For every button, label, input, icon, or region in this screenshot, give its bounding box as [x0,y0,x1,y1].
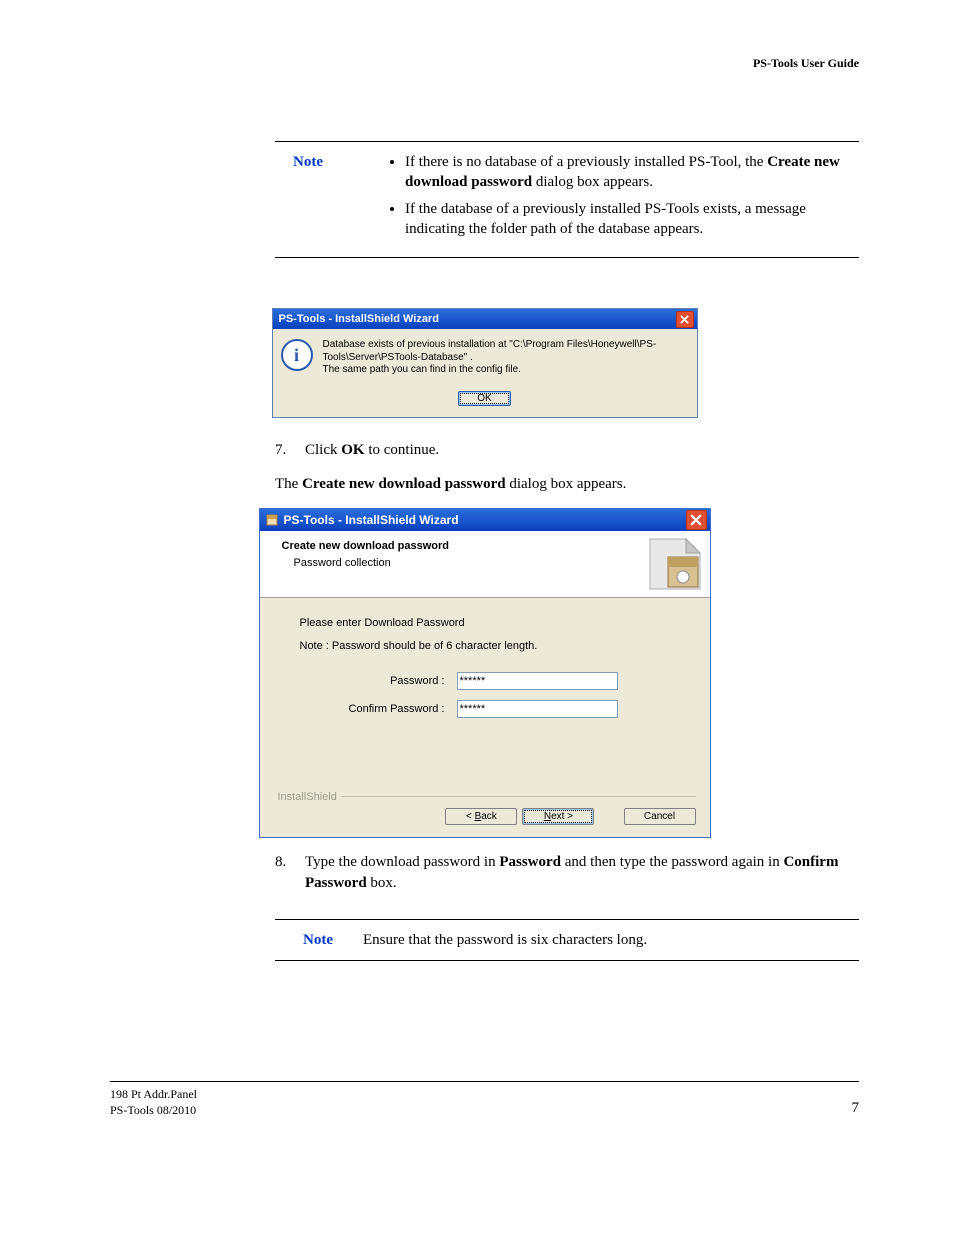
messagebox-text: Database exists of previous installation… [323,339,689,377]
step-7: 7. Click OK to continue. [275,440,859,460]
note-block-1: Note If there is no database of a previo… [275,142,859,257]
cancel-button[interactable]: Cancel [624,808,696,825]
installshield-brand: InstallShield [274,790,341,805]
wizard-dialog: PS-Tools - InstallShield Wizard Create n… [259,508,711,838]
text: Database exists of previous installation… [323,339,689,364]
doc-header-title: PS-Tools User Guide [110,55,859,71]
messagebox-title: PS-Tools - InstallShield Wizard [279,312,676,327]
ok-button[interactable]: OK [458,391,510,406]
info-icon: i [281,339,313,371]
text: dialog box appears. [532,174,653,190]
wizard-title: PS-Tools - InstallShield Wizard [284,512,686,528]
paragraph: The Create new download password dialog … [275,474,859,494]
step-number: 8. [275,852,305,893]
wizard-instruction: Please enter Download Password [300,616,680,631]
note-bullet: If the database of a previously installe… [405,199,859,240]
next-label: Next > [544,811,573,822]
close-icon[interactable] [676,311,694,328]
password-label: Password : [300,674,457,689]
page-number: 7 [852,1098,860,1118]
text: and then type the password again in [561,854,783,870]
text-bold: Create new download password [302,476,506,492]
messagebox-dialog: PS-Tools - InstallShield Wizard i Databa… [272,308,698,418]
messagebox-titlebar: PS-Tools - InstallShield Wizard [273,309,697,329]
text-bold: Password [499,854,561,870]
password-input[interactable] [457,672,618,690]
wizard-art-icon [646,535,704,593]
text: to continue. [365,442,440,458]
text: Click [305,442,341,458]
close-icon[interactable] [686,510,707,530]
text: dialog box appears. [506,476,627,492]
confirm-password-label: Confirm Password : [300,702,457,717]
wizard-footer: InstallShield < Back Next > Cancel [260,796,710,837]
back-label: < Back [466,811,497,822]
note-bullet: If there is no database of a previously … [405,152,859,193]
footer-line2: PS-Tools 08/2010 [110,1102,197,1118]
text: box. [367,875,397,891]
note-label: Note [293,152,353,245]
wizard-header-subtitle: Password collection [282,556,700,571]
page-footer: 198 Pt Addr.Panel PS-Tools 08/2010 7 [110,1081,859,1118]
setup-icon [265,513,279,527]
wizard-header: Create new download password Password co… [260,531,710,598]
back-button[interactable]: < Back [445,808,517,825]
text: The same path you can find in the config… [323,364,689,377]
text: Type the download password in [305,854,499,870]
wizard-body: Please enter Download Password Note : Pa… [260,598,710,796]
note-text: Ensure that the password is six characte… [363,930,859,950]
wizard-titlebar: PS-Tools - InstallShield Wizard [260,509,710,531]
step-number: 7. [275,440,305,460]
note-label: Note [303,930,363,950]
text: The [275,476,302,492]
wizard-header-title: Create new download password [282,539,700,554]
confirm-password-input[interactable] [457,700,618,718]
footer-line1: 198 Pt Addr.Panel [110,1086,197,1102]
next-button[interactable]: Next > [522,808,594,825]
text: If there is no database of a previously … [405,154,767,170]
text-bold: OK [341,442,364,458]
note-block-2: Note Ensure that the password is six cha… [275,920,859,960]
step-8: 8. Type the download password in Passwor… [275,852,859,893]
wizard-note: Note : Password should be of 6 character… [300,639,680,654]
text: If the database of a previously installe… [405,201,806,237]
